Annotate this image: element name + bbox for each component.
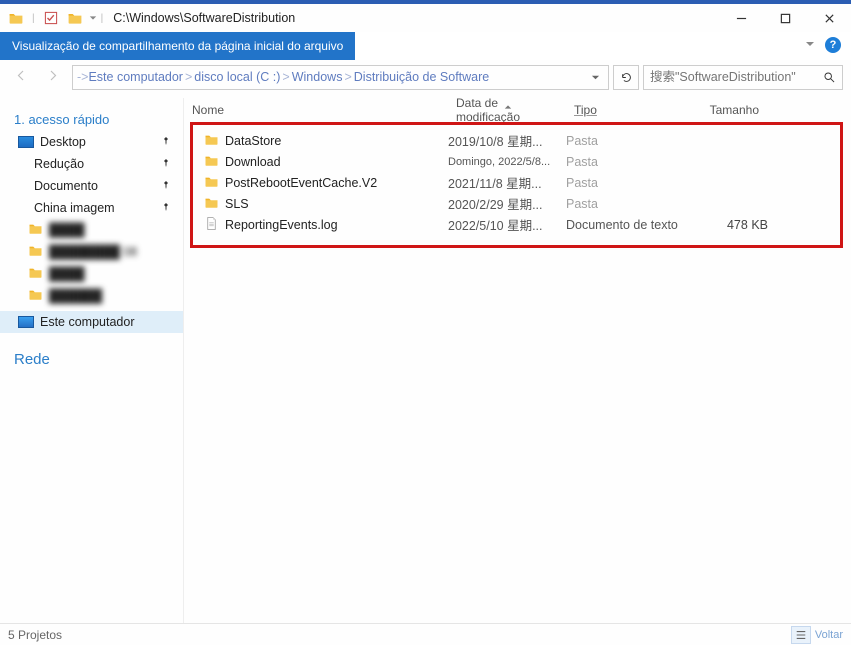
search-input[interactable]: [650, 70, 822, 84]
properties-icon[interactable]: [41, 8, 61, 28]
file-type: Pasta: [566, 176, 688, 190]
chevron-down-icon[interactable]: [89, 11, 97, 25]
col-header-type[interactable]: Tipo: [566, 103, 688, 117]
folder-icon: [204, 174, 219, 192]
file-type: Pasta: [566, 197, 688, 211]
ribbon-bar: Visualização de compartilhamento da pági…: [0, 32, 851, 60]
sidebar-item-thispc[interactable]: Este computador: [0, 311, 183, 333]
file-row[interactable]: Download Domingo, 2022/5/8...Pasta: [184, 151, 851, 172]
folder-icon: [28, 221, 43, 239]
breadcrumb-item[interactable]: disco local (C :): [194, 70, 280, 84]
app-folder-icon: [6, 8, 26, 28]
current-folder-icon: [65, 8, 85, 28]
pin-icon: [161, 157, 171, 171]
sidebar-item-label: Redução: [34, 157, 84, 171]
folder-icon: [28, 265, 43, 283]
col-header-name[interactable]: Nome: [184, 103, 448, 117]
sidebar-item-pictures[interactable]: China imagem: [0, 197, 183, 219]
status-item-count: 5 Projetos: [8, 628, 62, 642]
forward-button[interactable]: [45, 68, 60, 86]
close-button[interactable]: [807, 4, 851, 32]
sidebar-item-folder[interactable]: ████: [0, 263, 183, 285]
folder-icon: [28, 287, 43, 305]
column-headers: Nome Data de modificação Tipo Tamanho: [184, 98, 851, 122]
file-type: Documento de texto: [566, 218, 688, 232]
file-date: Domingo, 2022/5/8...: [448, 156, 566, 168]
file-size: 478 KB: [688, 218, 768, 232]
file-name: SLS: [225, 197, 249, 211]
minimize-button[interactable]: [719, 4, 763, 32]
desktop-icon: [18, 136, 34, 148]
sidebar-item-label: Desktop: [40, 135, 86, 149]
sidebar-item-folder[interactable]: ████████ 08: [0, 241, 183, 263]
title-divider: |: [32, 13, 35, 24]
pin-icon: [161, 201, 171, 215]
status-bar: 5 Projetos Voltar: [0, 623, 851, 645]
sidebar-item-label: China imagem: [34, 201, 115, 215]
folder-icon: [28, 243, 43, 261]
breadcrumb-lead: ->: [77, 70, 88, 84]
sidebar-item-label: ██████: [49, 289, 102, 303]
file-date: 2022/5/10 星期...: [448, 215, 566, 234]
file-name: DataStore: [225, 134, 281, 148]
file-name: Download: [225, 155, 281, 169]
view-details-icon[interactable]: [791, 626, 811, 644]
file-date: 2021/11/8 星期...: [448, 173, 566, 192]
help-button[interactable]: ?: [825, 37, 841, 53]
folder-icon: [204, 195, 219, 213]
ribbon-tab-file[interactable]: Visualização de compartilhamento da pági…: [0, 32, 355, 60]
file-row[interactable]: ReportingEvents.log 2022/5/10 星期...Docume…: [184, 214, 851, 235]
maximize-button[interactable]: [763, 4, 807, 32]
search-box[interactable]: [643, 65, 843, 90]
sidebar-item-label: ████████ 08: [49, 245, 137, 259]
address-row: -> Este computador > disco local (C :) >…: [0, 60, 851, 94]
file-row[interactable]: DataStore 2019/10/8 星期...Pasta: [184, 130, 851, 151]
nav-sidebar: 1. acesso rápido Desktop Redução Documen…: [0, 98, 184, 623]
back-button[interactable]: [14, 68, 29, 86]
sidebar-item-folder[interactable]: ████: [0, 219, 183, 241]
file-date: 2020/2/29 星期...: [448, 194, 566, 213]
sidebar-item-downloads[interactable]: Redução: [0, 153, 183, 175]
pin-icon: [161, 179, 171, 193]
file-type: Pasta: [566, 134, 688, 148]
ribbon-expand-icon[interactable]: [805, 38, 815, 52]
refresh-button[interactable]: [613, 65, 639, 90]
sidebar-item-folder[interactable]: ██████: [0, 285, 183, 307]
sidebar-item-label: ████: [49, 223, 84, 237]
file-list: DataStore2019/10/8 星期...PastaDownloadDom…: [184, 122, 851, 235]
quick-access-heading[interactable]: 1. acesso rápido: [0, 106, 183, 131]
sidebar-item-desktop[interactable]: Desktop: [0, 131, 183, 153]
search-icon[interactable]: [822, 70, 836, 84]
file-name: PostRebootEventCache.V2: [225, 176, 377, 190]
folder-icon: [204, 153, 219, 171]
folder-icon: [204, 132, 219, 150]
document-icon: [204, 216, 219, 234]
sidebar-item-network[interactable]: Rede: [0, 345, 183, 372]
title-divider-2: |: [101, 13, 104, 24]
breadcrumb-item[interactable]: Este computador: [88, 70, 183, 84]
col-header-size[interactable]: Tamanho: [688, 103, 768, 117]
sidebar-item-label: ████: [49, 267, 84, 281]
window-title: C:\Windows\SoftwareDistribution: [113, 11, 295, 25]
title-bar: | | C:\Windows\SoftwareDistribution: [0, 4, 851, 32]
breadcrumb[interactable]: -> Este computador > disco local (C :) >…: [77, 70, 586, 84]
address-bar[interactable]: -> Este computador > disco local (C :) >…: [72, 65, 609, 90]
file-row[interactable]: PostRebootEventCache.V2 2021/11/8 星期...Pa…: [184, 172, 851, 193]
file-type: Pasta: [566, 155, 688, 169]
file-name: ReportingEvents.log: [225, 218, 338, 232]
address-dropdown-icon[interactable]: [586, 73, 604, 82]
status-back-label[interactable]: Voltar: [815, 629, 843, 641]
file-row[interactable]: SLS 2020/2/29 星期...Pasta: [184, 193, 851, 214]
sort-indicator-icon: [504, 100, 512, 114]
computer-icon: [18, 316, 34, 328]
breadcrumb-item[interactable]: Windows: [292, 70, 343, 84]
sidebar-item-label: Este computador: [40, 315, 135, 329]
sidebar-item-label: Documento: [34, 179, 98, 193]
pin-icon: [161, 135, 171, 149]
file-list-pane: Nome Data de modificação Tipo Tamanho Da…: [184, 98, 851, 623]
file-date: 2019/10/8 星期...: [448, 131, 566, 150]
sidebar-item-documents[interactable]: Documento: [0, 175, 183, 197]
breadcrumb-item[interactable]: Distribuição de Software: [354, 70, 489, 84]
